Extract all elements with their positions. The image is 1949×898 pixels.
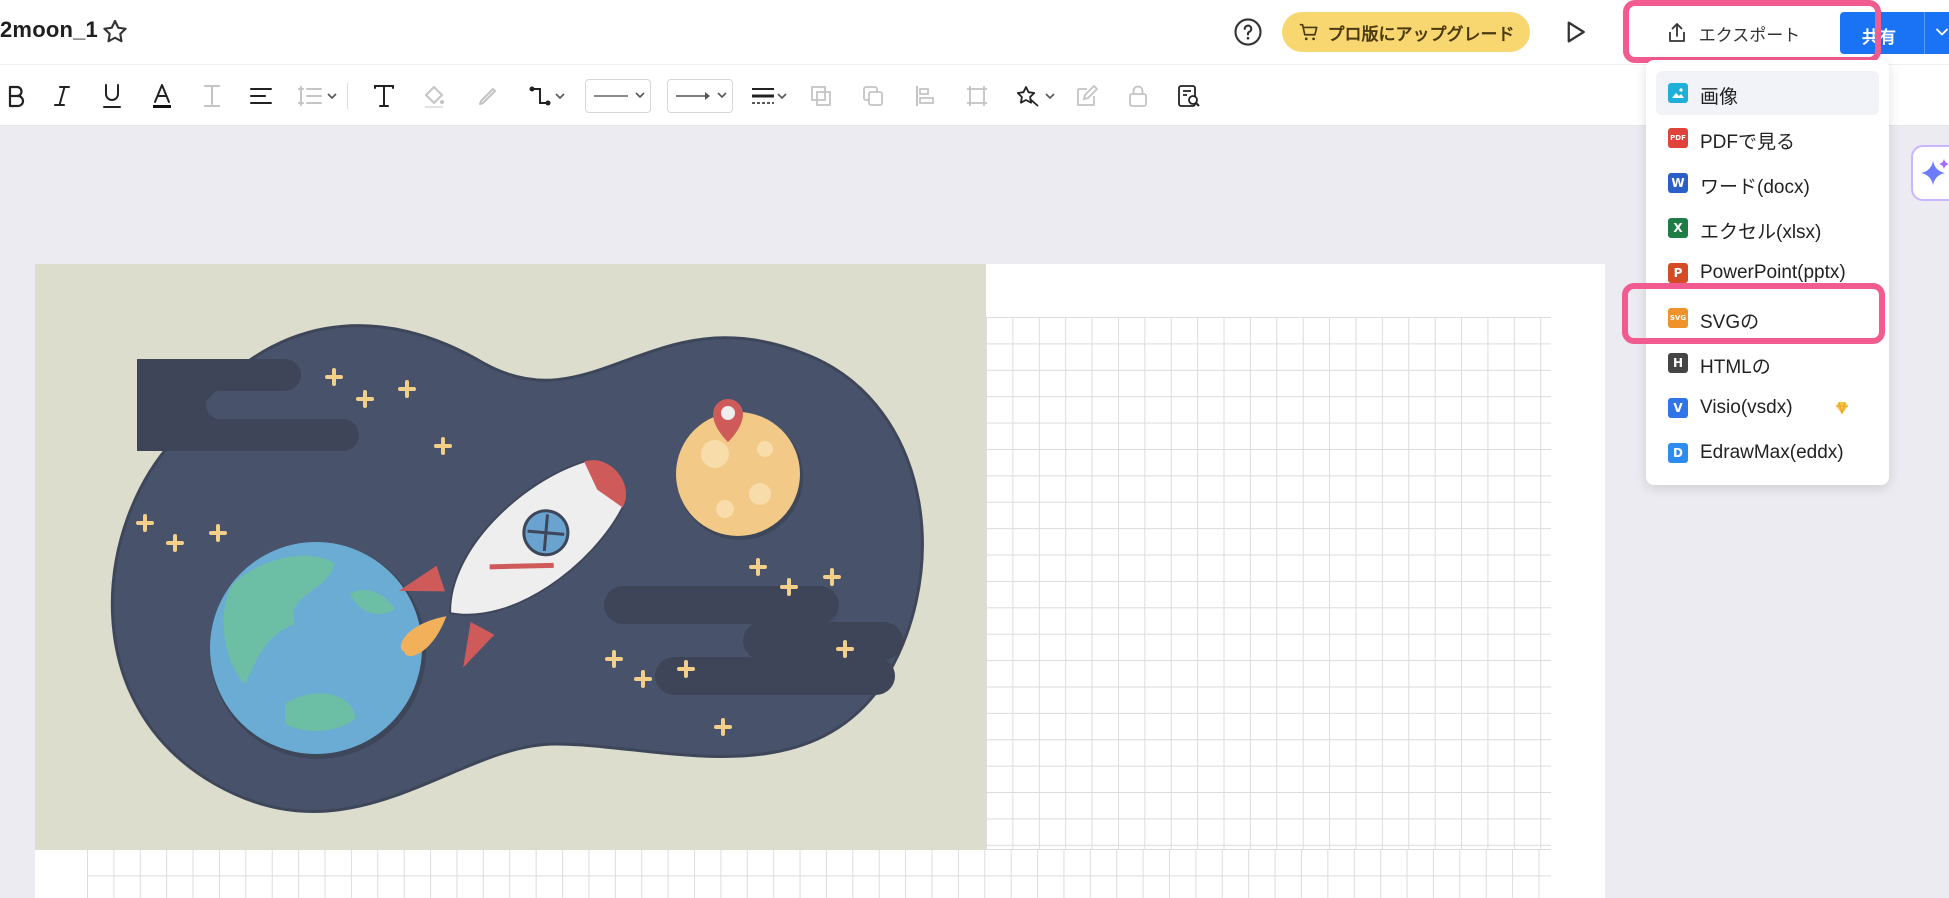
italic-icon[interactable] (48, 81, 76, 111)
underline-icon[interactable] (98, 81, 126, 111)
top-bar: 2moon_1 プロ版にアップグレード エクスポート 共有 (0, 0, 1949, 64)
connector-icon[interactable] (526, 81, 570, 111)
image-icon (1668, 83, 1688, 103)
menu-item-label: EdrawMax(eddx) (1700, 442, 1844, 463)
edit-icon[interactable] (1073, 81, 1101, 111)
powerpoint-icon: P (1668, 263, 1688, 283)
menu-item-label: エクセル(xlsx) (1700, 222, 1822, 243)
export-svg-item[interactable]: SVG SVGの (1656, 296, 1879, 340)
visio-icon: V (1668, 398, 1688, 418)
sparkle-icon (1921, 159, 1949, 185)
pdf-icon: PDF (1668, 128, 1688, 148)
lock-icon[interactable] (1124, 81, 1152, 111)
share-label: 共有 (1862, 28, 1896, 47)
export-menu: 画像 PDF PDFで見る W ワード(docx) X エクセル(xlsx) P… (1646, 60, 1889, 485)
export-button[interactable]: エクスポート (1640, 12, 1825, 54)
star-icon[interactable] (100, 17, 130, 47)
export-label: エクスポート (1698, 25, 1801, 45)
edrawmax-icon: D (1668, 443, 1688, 463)
menu-item-label: SVGの (1700, 312, 1760, 333)
line-style-select[interactable] (585, 79, 651, 113)
premium-diamond-icon (1836, 401, 1848, 415)
grid-area (986, 317, 1551, 849)
export-word-item[interactable]: W ワード(docx) (1656, 161, 1879, 205)
grid-area (87, 849, 1551, 898)
menu-item-label: HTMLの (1700, 357, 1771, 378)
export-edrawmax-item[interactable]: D EdrawMax(eddx) (1656, 431, 1879, 475)
play-icon[interactable] (1560, 17, 1590, 47)
bold-icon[interactable] (2, 81, 30, 111)
menu-item-label: ワード(docx) (1700, 177, 1810, 198)
word-icon: W (1668, 173, 1688, 193)
arrow-style-select[interactable] (667, 79, 733, 113)
svg-icon: SVG (1668, 308, 1688, 328)
export-visio-item[interactable]: V Visio(vsdx) (1656, 386, 1879, 430)
export-icon (1668, 23, 1685, 42)
upgrade-label: プロ版にアップグレード (1327, 24, 1515, 44)
group-icon[interactable] (807, 81, 835, 111)
font-color-icon[interactable] (148, 81, 176, 111)
export-image-item[interactable]: 画像 (1656, 71, 1879, 115)
document-title[interactable]: 2moon_1 (0, 17, 98, 43)
chevron-down-icon[interactable] (1932, 22, 1949, 42)
excel-icon: X (1668, 218, 1688, 238)
upgrade-button[interactable]: プロ版にアップグレード (1282, 12, 1530, 52)
toolbar-divider (347, 83, 348, 109)
menu-item-label: PowerPoint(pptx) (1700, 262, 1846, 283)
align-icon[interactable] (246, 81, 276, 111)
export-html-item[interactable]: H HTMLの (1656, 341, 1879, 385)
find-icon[interactable] (1175, 81, 1203, 111)
export-powerpoint-item[interactable]: P PowerPoint(pptx) (1656, 251, 1879, 295)
ai-assistant-button[interactable] (1911, 145, 1949, 201)
line-spacing-icon[interactable] (294, 81, 340, 111)
menu-item-label: Visio(vsdx) (1700, 397, 1793, 418)
share-button[interactable]: 共有 (1840, 12, 1949, 54)
align-objects-icon[interactable] (911, 81, 939, 111)
cart-icon (1299, 23, 1318, 41)
menu-item-label: PDFで見る (1700, 132, 1796, 153)
help-icon[interactable] (1233, 17, 1263, 47)
share-divider (1924, 12, 1925, 54)
menu-item-label: 画像 (1700, 87, 1739, 108)
rocket-illustration[interactable] (35, 264, 986, 850)
export-pdf-item[interactable]: PDF PDFで見る (1656, 116, 1879, 160)
text-icon[interactable] (370, 81, 398, 111)
pen-icon[interactable] (474, 81, 502, 111)
ungroup-icon[interactable] (859, 81, 887, 111)
text-style-icon[interactable] (198, 81, 226, 111)
crop-icon[interactable] (963, 81, 991, 111)
export-excel-item[interactable]: X エクセル(xlsx) (1656, 206, 1879, 250)
fill-icon[interactable] (420, 81, 448, 111)
line-weight-icon[interactable] (748, 81, 792, 111)
html-icon: H (1668, 353, 1688, 373)
magic-icon[interactable] (1016, 81, 1060, 111)
